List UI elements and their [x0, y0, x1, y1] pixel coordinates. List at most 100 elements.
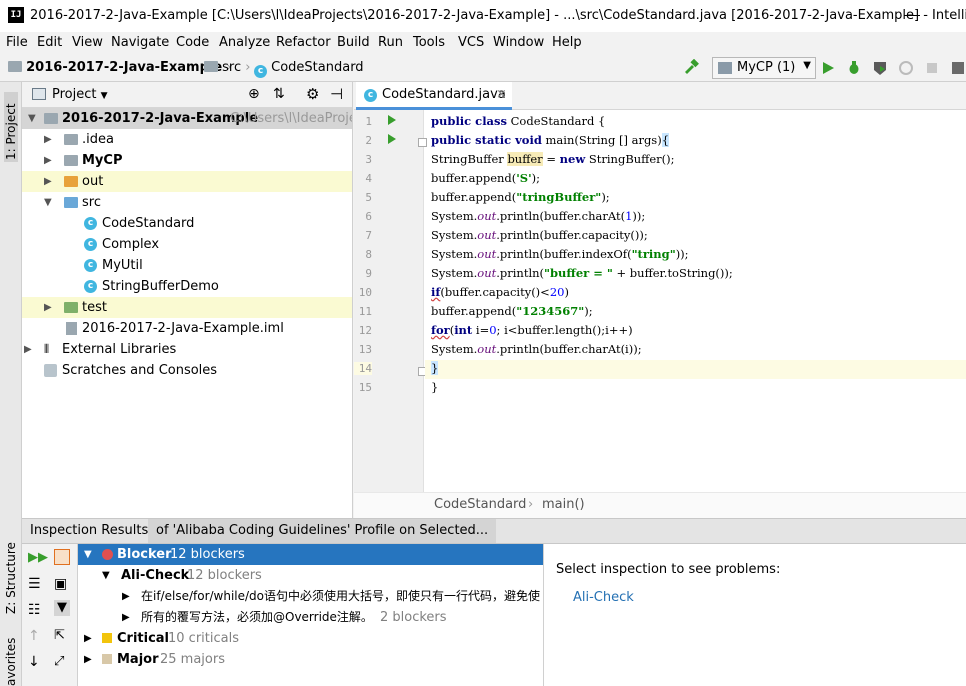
- debug-icon[interactable]: [846, 60, 862, 76]
- inspection-group-blocker[interactable]: ▼ Blocker 12 blockers: [78, 544, 543, 565]
- line-number: 7: [365, 229, 372, 242]
- menu-analyze[interactable]: Analyze: [219, 35, 270, 50]
- folder-icon: [204, 61, 218, 72]
- inspection-item-braces[interactable]: ▶ 在if/else/for/while/do语句中必须使用大括号，即使只有一行…: [78, 586, 543, 607]
- menu-tools[interactable]: Tools: [413, 35, 445, 50]
- structure-tool-tab[interactable]: Z: Structure: [4, 542, 18, 614]
- code-text: StringBuffer: [431, 152, 508, 166]
- inspection-results-tab[interactable]: of 'Alibaba Coding Guidelines' Profile o…: [148, 519, 497, 543]
- hide-panel-icon[interactable]: ⊣: [330, 85, 343, 103]
- tree-item-external-libraries[interactable]: ▶ ⫴ External Libraries: [22, 339, 352, 360]
- tree-item-complex[interactable]: c Complex: [22, 234, 352, 255]
- profiler-icon[interactable]: [898, 60, 914, 76]
- run-config-selector[interactable]: MyCP (1) ▼: [712, 57, 816, 79]
- menu-build[interactable]: Build: [337, 35, 370, 50]
- minimize-icon[interactable]: [904, 15, 920, 16]
- code-text: + buffer.toString());: [612, 266, 733, 280]
- code-text: ));: [675, 247, 689, 261]
- editor-breadcrumb-class[interactable]: CodeStandard: [434, 497, 526, 512]
- project-view-selector[interactable]: Project ▼: [52, 87, 108, 102]
- code-text: (buffer.capacity()<: [440, 285, 550, 299]
- tree-item-label: CodeStandard: [102, 216, 195, 231]
- build-hammer-icon[interactable]: [683, 59, 699, 75]
- code-string: 'S': [516, 171, 532, 185]
- tree-item-codestandard[interactable]: c CodeStandard: [22, 213, 352, 234]
- close-icon[interactable]: ×: [496, 82, 507, 108]
- inspection-item-override[interactable]: ▶ 所有的覆写方法，必须加@Override注解。 2 blockers: [78, 607, 543, 628]
- breadcrumb-folder[interactable]: src ›: [204, 60, 250, 75]
- coverage-icon[interactable]: [872, 60, 888, 76]
- inspection-detail-link[interactable]: Ali-Check: [573, 590, 634, 605]
- code-text: System.: [431, 228, 478, 242]
- line-number: 8: [365, 248, 372, 261]
- editor-tab-label: CodeStandard.java: [382, 87, 506, 102]
- collapsed-arrow-icon: ▶: [84, 654, 92, 665]
- collapse-all-icon[interactable]: ⇅: [273, 86, 285, 102]
- menu-file[interactable]: File: [6, 35, 28, 50]
- run-icon[interactable]: [820, 60, 836, 76]
- line-number: 9: [365, 267, 372, 280]
- expand-all-icon[interactable]: ☰: [28, 576, 44, 592]
- inspection-group-critical[interactable]: ▶ Critical 10 criticals: [78, 628, 543, 649]
- filter-icon[interactable]: ▼: [54, 600, 70, 616]
- breadcrumb-project-label: 2016-2017-2-Java-Example: [26, 60, 223, 75]
- menu-vcs[interactable]: VCS: [458, 35, 484, 50]
- previous-problem-icon[interactable]: ↑: [28, 628, 44, 644]
- tree-item-scratches[interactable]: Scratches and Consoles: [22, 360, 352, 381]
- gear-icon[interactable]: ⚙: [306, 85, 319, 103]
- menu-view[interactable]: View: [72, 35, 103, 50]
- inspection-group-major[interactable]: ▶ Major 25 majors: [78, 649, 543, 670]
- menu-help[interactable]: Help: [552, 35, 582, 50]
- export-icon[interactable]: ⇱: [54, 628, 70, 644]
- inspection-count: 2 blockers: [380, 610, 447, 625]
- menu-edit[interactable]: Edit: [37, 35, 62, 50]
- tree-item-label: MyCP: [82, 153, 123, 168]
- editor-breadcrumb-method[interactable]: main(): [542, 497, 585, 512]
- menu-navigate[interactable]: Navigate: [111, 35, 169, 50]
- breadcrumb-folder-label: src: [222, 60, 242, 75]
- code-string: "1234567": [516, 304, 585, 318]
- tree-item-src[interactable]: ▼ src: [22, 192, 352, 213]
- code-line-13: System.out.println(buffer.charAt(i));: [431, 340, 642, 359]
- window-title: 2016-2017-2-Java-Example [C:\Users\l\Ide…: [30, 8, 966, 23]
- inspection-header: Inspection Results: of 'Alibaba Coding G…: [22, 518, 966, 544]
- stop-icon[interactable]: [924, 60, 940, 76]
- menu-window[interactable]: Window: [493, 35, 544, 50]
- tree-item-stringbufferdemo[interactable]: c StringBufferDemo: [22, 276, 352, 297]
- rerun-icon[interactable]: ▶▶: [28, 550, 48, 566]
- tree-item-idea[interactable]: ▶ .idea: [22, 129, 352, 150]
- tree-item-label: Scratches and Consoles: [62, 363, 218, 378]
- tree-item-myutil[interactable]: c MyUtil: [22, 255, 352, 276]
- project-structure-icon[interactable]: [950, 60, 966, 76]
- tree-item-test[interactable]: ▶ test: [22, 297, 352, 318]
- breadcrumb-file[interactable]: c CodeStandard: [254, 60, 364, 78]
- run-class-icon[interactable]: [388, 115, 396, 125]
- code-area[interactable]: public class CodeStandard { public stati…: [425, 110, 966, 492]
- inspection-detail: Select inspection to see problems: Ali-C…: [544, 544, 966, 686]
- run-main-icon[interactable]: [388, 134, 396, 144]
- tree-item-mycp[interactable]: ▶ MyCP: [22, 150, 352, 171]
- collapse-all-icon[interactable]: ☷: [28, 602, 44, 618]
- group-by-severity-icon[interactable]: [54, 549, 70, 565]
- tree-item-out[interactable]: ▶ out: [22, 171, 352, 192]
- code-text: System.: [431, 209, 478, 223]
- menu-run[interactable]: Run: [378, 35, 403, 50]
- next-problem-icon[interactable]: ↓: [28, 654, 44, 670]
- caret-line-highlight: [425, 360, 966, 379]
- tree-item-project-root[interactable]: ▼ 2016-2017-2-Java-Example C:\Users\l\Id…: [22, 108, 352, 129]
- tree-item-iml[interactable]: 2016-2017-2-Java-Example.iml: [22, 318, 352, 339]
- class-icon: c: [84, 217, 97, 230]
- editor-tab-codestandard[interactable]: c CodeStandard.java ×: [356, 82, 512, 110]
- code-text: System.: [431, 342, 478, 356]
- menu-refactor[interactable]: Refactor: [276, 35, 331, 50]
- autoscroll-icon[interactable]: ⤢: [54, 654, 70, 670]
- line-number: 6: [365, 210, 372, 223]
- breadcrumb-project[interactable]: 2016-2017-2-Java-Example ›: [8, 60, 232, 75]
- group-by-directory-icon[interactable]: ▣: [54, 576, 70, 592]
- code-line-9: System.out.println("buffer = " + buffer.…: [431, 264, 733, 283]
- inspection-group-ali-check[interactable]: ▼ Ali-Check 12 blockers: [78, 565, 543, 586]
- favorites-tool-tab[interactable]: avorites: [4, 638, 18, 686]
- project-tool-tab[interactable]: 1: Project: [4, 92, 18, 162]
- menu-code[interactable]: Code: [176, 35, 209, 50]
- locate-icon[interactable]: ⊕: [248, 86, 260, 102]
